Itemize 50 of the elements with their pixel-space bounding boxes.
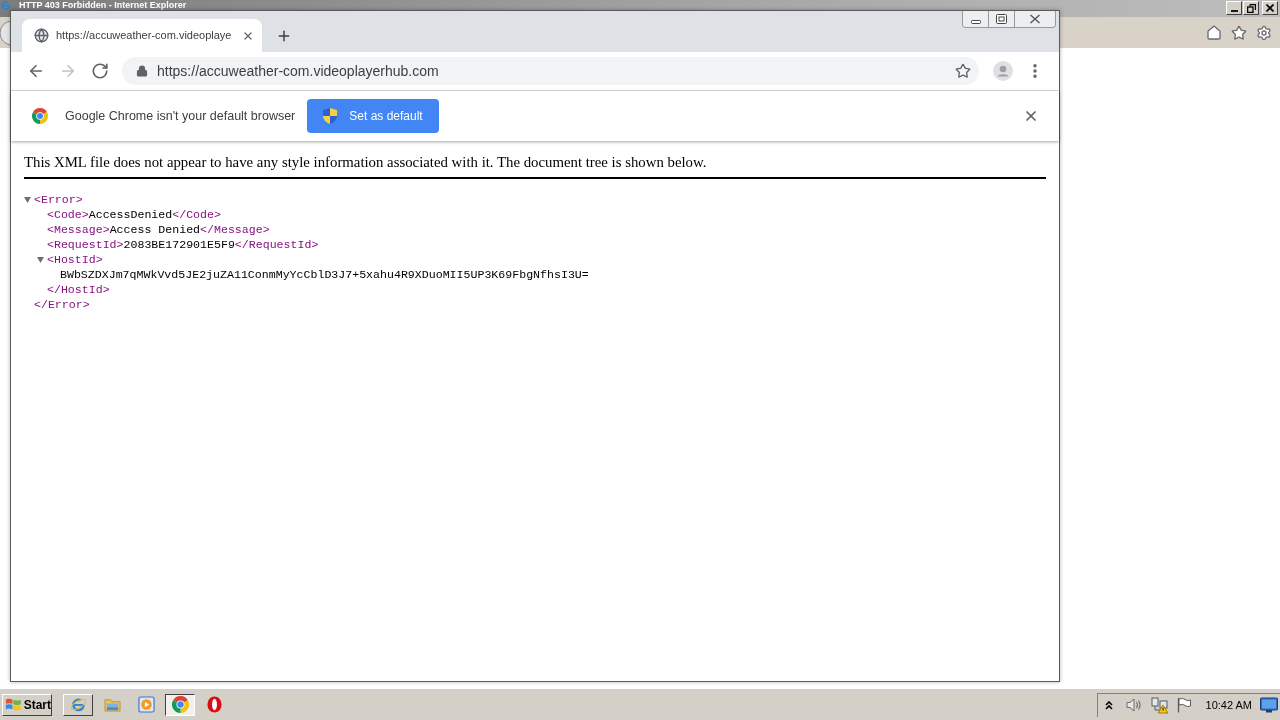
restore-button[interactable] [989,11,1015,27]
bookmark-star-icon[interactable] [955,63,971,79]
flag-icon[interactable] [1175,697,1192,713]
avatar-icon[interactable] [993,61,1013,81]
home-icon[interactable] [1206,24,1222,41]
close-button[interactable] [1262,1,1278,15]
close-icon[interactable] [1023,108,1039,124]
url-text: https://accuweather-com.videoplayerhub.com [157,61,439,81]
taskbar-button[interactable] [165,693,195,716]
disclosure-triangle-icon[interactable] [24,196,31,203]
e-logo-icon [69,696,87,713]
speaker-icon[interactable] [1124,697,1143,713]
minimize-button[interactable] [963,11,989,27]
address-bar[interactable]: https://accuweather-com.videoplayerhub.com [122,57,979,85]
oval-logo-icon[interactable] [205,696,223,713]
e-logo-icon [1,0,11,10]
shield-icon [323,108,338,124]
xml-element-line: <Message>Access Denied</Message> [47,221,270,238]
settings-icon[interactable] [1256,24,1272,41]
browser-logo-icon [171,696,189,713]
minimize-icon [1230,10,1238,12]
close-icon [1029,14,1041,24]
xml-open-tag: <HostId> [47,250,103,269]
monitor-icon[interactable] [1260,697,1278,713]
disclosure-triangle-icon[interactable] [37,256,44,263]
window-title: HTTP 403 Forbidden - Internet Explorer [19,0,187,10]
windows-flag-icon [5,697,22,712]
network-warning-icon[interactable] [1150,696,1169,714]
lock-icon [136,65,148,77]
infobar-message: Google Chrome isn't your default browser [65,107,296,125]
xml-notice: This XML file does not appear to have any style information associated with it. The document tree is shown below. [24,152,707,172]
restore-icon [996,14,1007,24]
chevron-up-icon[interactable] [1104,700,1113,710]
xml-open-tag: <Error> [34,190,83,209]
favorites-star-icon[interactable] [1231,24,1247,41]
restore-icon [1246,3,1256,13]
play-icon[interactable] [137,696,155,713]
xml-element-line: <RequestId>2083BE172901E5F9</RequestId> [47,236,319,253]
reload-icon[interactable] [91,62,109,80]
globe-icon [34,28,49,43]
clock-text[interactable]: 10:42 AM [1205,696,1252,714]
close-icon [1266,4,1274,12]
start-button[interactable]: Start [2,693,52,716]
minimize-icon [970,19,981,24]
xml-element-line: <Code>AccessDenied</Code> [47,206,221,223]
set-default-button[interactable]: Set as default [307,99,439,133]
browser-tab[interactable]: https://accuweather-com.videoplaye [22,19,262,52]
browser-logo-icon [32,108,48,124]
xml-text-content: BWbSZDXJm7qMWkVvd5JE2juZA11ConmMyYcCblD3J7+5xahu4R9XDuoMII5UP3K69FbgNfhsI3U= [60,266,589,283]
tab-title: https://accuweather-com.videoplaye [56,28,232,44]
